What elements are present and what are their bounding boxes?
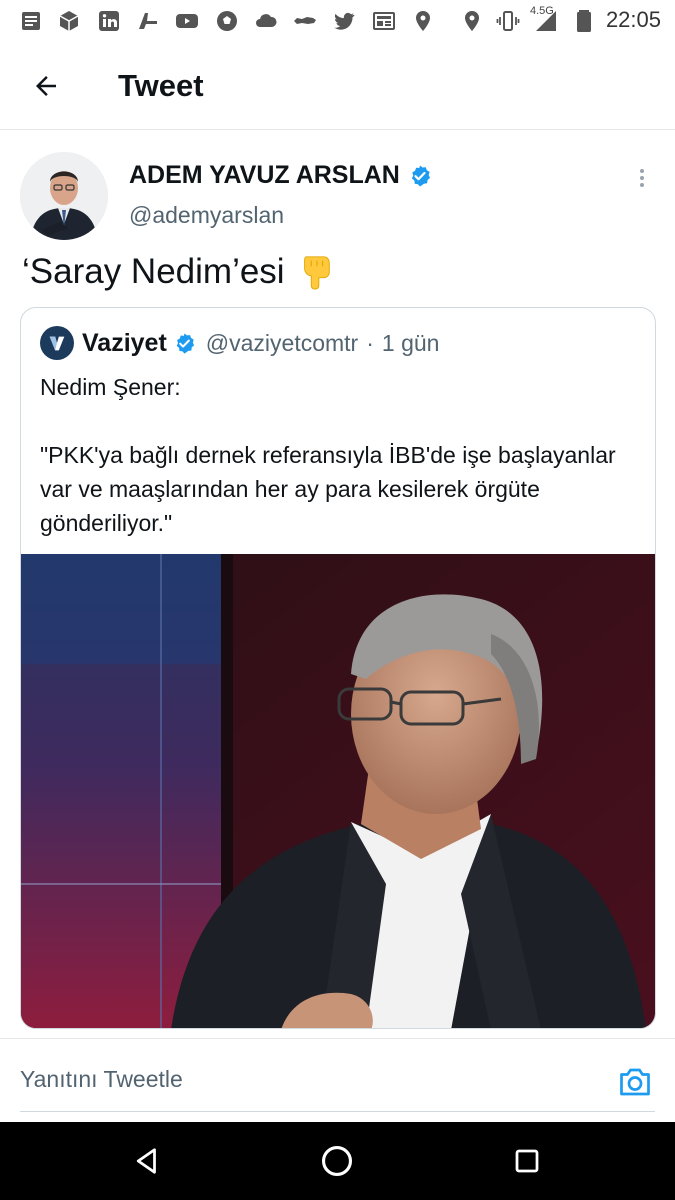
system-navigation-bar bbox=[0, 1122, 675, 1200]
airline-icon bbox=[135, 8, 161, 34]
app-header: Tweet bbox=[0, 42, 675, 130]
quoted-tweet-text: Nedim Şener: "PKK'ya bağlı dernek refera… bbox=[40, 374, 616, 536]
author-name[interactable]: ADEM YAVUZ ARSLAN bbox=[129, 161, 432, 190]
author-handle[interactable]: @ademyarslan bbox=[129, 202, 284, 229]
clock: 22:05 bbox=[605, 7, 661, 32]
nav-home-button[interactable] bbox=[317, 1141, 357, 1181]
quoted-tweet-header: Vaziyet @vaziyetcomtr · 1 gün bbox=[40, 326, 439, 360]
verified-badge-icon bbox=[408, 164, 432, 188]
quoted-author-handle: @vaziyetcomtr bbox=[205, 329, 359, 356]
nav-recents-button[interactable] bbox=[507, 1141, 547, 1181]
camera-button[interactable] bbox=[615, 1063, 655, 1101]
battery-icon bbox=[571, 8, 597, 34]
more-options-button[interactable] bbox=[628, 164, 656, 192]
tweet-text-content: ‘Saray Nedim’esi bbox=[22, 252, 285, 291]
author-name-text: ADEM YAVUZ ARSLAN bbox=[129, 161, 400, 189]
quoted-author-name: Vaziyet bbox=[82, 328, 167, 357]
reply-bar: Yanıtını Tweetle bbox=[0, 1038, 675, 1122]
vaziyet-logo-icon bbox=[49, 336, 65, 351]
twitter-icon bbox=[331, 8, 357, 34]
package-icon bbox=[56, 8, 82, 34]
youtube-icon bbox=[174, 8, 200, 34]
reply-input[interactable]: Yanıtını Tweetle bbox=[20, 1066, 183, 1093]
author-avatar[interactable] bbox=[20, 152, 108, 240]
quoted-author-avatar bbox=[40, 326, 74, 360]
tweet-text: ‘Saray Nedim’esi bbox=[22, 252, 335, 292]
notes-icon bbox=[18, 8, 44, 34]
quoted-tweet-image[interactable] bbox=[21, 554, 655, 1028]
quoted-tweet-card[interactable]: Vaziyet @vaziyetcomtr · 1 gün Nedim Şene… bbox=[20, 307, 656, 1029]
pointing-down-emoji-icon bbox=[297, 253, 335, 291]
camera-icon bbox=[620, 1068, 650, 1096]
vibrate-icon bbox=[495, 8, 521, 34]
location-icon bbox=[410, 8, 436, 34]
page-title: Tweet bbox=[118, 68, 204, 103]
triangle-back-icon bbox=[136, 1148, 156, 1174]
quoted-tweet-time: 1 gün bbox=[381, 329, 440, 356]
arrow-left-icon bbox=[36, 76, 56, 96]
news-icon bbox=[371, 8, 397, 34]
more-vertical-icon bbox=[640, 169, 644, 187]
turkey-map-icon bbox=[292, 8, 318, 34]
signal-icon bbox=[533, 8, 559, 34]
soccer-icon bbox=[214, 8, 240, 34]
cloud-icon bbox=[253, 8, 279, 34]
back-button[interactable] bbox=[26, 66, 66, 106]
nav-back-button[interactable] bbox=[127, 1141, 167, 1181]
circle-home-icon bbox=[321, 1145, 353, 1177]
square-recents-icon bbox=[515, 1149, 539, 1173]
linkedin-icon bbox=[96, 8, 122, 34]
reply-divider bbox=[20, 1111, 655, 1112]
quoted-verified-badge-icon bbox=[173, 332, 196, 355]
separator-dot: · bbox=[366, 329, 374, 356]
location-icon bbox=[459, 8, 485, 34]
status-bar: 4.5G 22:05 bbox=[0, 0, 675, 42]
